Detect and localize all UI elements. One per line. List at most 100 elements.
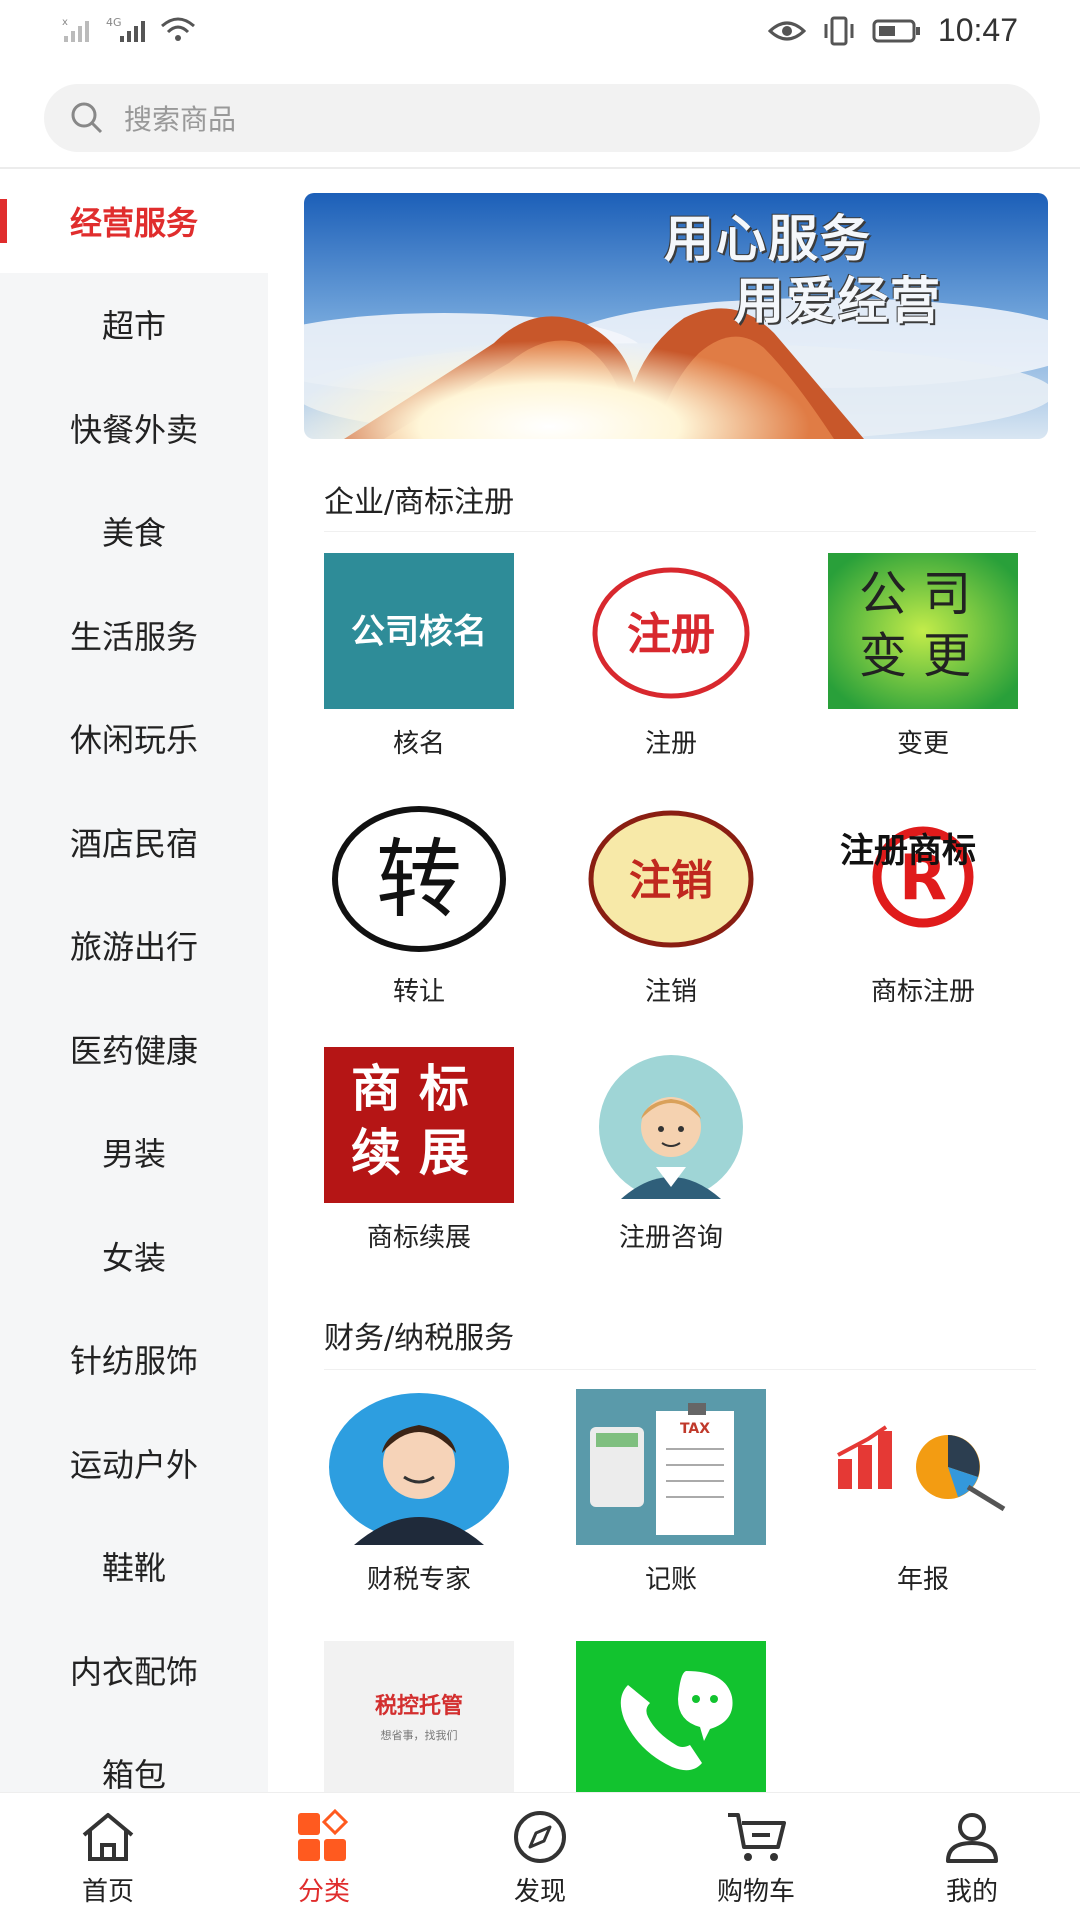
annual-report-image xyxy=(828,1389,1018,1545)
tile-label: 变更 xyxy=(896,729,949,759)
register-stamp-image: 注册 xyxy=(576,553,766,709)
svg-text:税控托管: 税控托管 xyxy=(375,1693,463,1719)
nav-profile[interactable]: 我的 xyxy=(864,1793,1080,1920)
transfer-image: 转 xyxy=(324,801,514,957)
status-right: 10:47 xyxy=(767,12,1018,49)
category-sidebar[interactable]: 经营服务 超市 快餐外卖 美食 生活服务 休闲玩乐 酒店民宿 旅游出行 医药健康… xyxy=(0,169,268,1792)
trademark-r-image: R 注册商标 xyxy=(828,801,1018,957)
sidebar-item-label: 休闲玩乐 xyxy=(69,721,198,760)
home-icon xyxy=(82,1813,134,1861)
sidebar-item-label: 针纺服饰 xyxy=(69,1342,198,1381)
svg-text:想省事，找我们: 想省事，找我们 xyxy=(381,1728,458,1742)
sidebar-item-health[interactable]: 医药健康 xyxy=(0,997,268,1101)
tile-label: 注册咨询 xyxy=(618,1223,723,1253)
search-icon xyxy=(71,102,103,134)
category-icon xyxy=(298,1809,349,1861)
sidebar-item-supermarket[interactable]: 超市 xyxy=(0,273,268,377)
tile-trademark-renewal[interactable]: 商标续展 商标续展 xyxy=(324,1047,514,1254)
tile-cancel[interactable]: 注销 注销 xyxy=(576,801,766,1008)
bookkeeping-image: TAX xyxy=(576,1389,766,1545)
sidebar-item-label: 生活服务 xyxy=(69,617,198,656)
bottom-nav: 首页 分类 发现 购物车 我的 xyxy=(0,1792,1080,1920)
nav-discover[interactable]: 发现 xyxy=(432,1793,648,1920)
sidebar-item-label: 运动户外 xyxy=(69,1445,198,1484)
wifi-icon xyxy=(161,17,195,41)
tile-annual-report[interactable]: 年报 xyxy=(828,1389,1018,1596)
no-signal-icon: x xyxy=(62,17,89,42)
sidebar-item-travel[interactable]: 旅游出行 xyxy=(0,894,268,998)
section-divider xyxy=(324,531,1036,532)
sidebar-item-sports[interactable]: 运动户外 xyxy=(0,1411,268,1515)
tile-label: 注册 xyxy=(644,729,697,759)
section-title-finance-tax: 财务/纳税服务 xyxy=(324,1321,515,1356)
tile-label: 商标续展 xyxy=(366,1223,471,1253)
sidebar-item-label: 医药健康 xyxy=(69,1031,198,1070)
tile-bookkeeping[interactable]: TAX 记账 xyxy=(576,1389,766,1596)
nav-label: 分类 xyxy=(297,1877,350,1907)
tile-register[interactable]: 注册 注册 xyxy=(576,553,766,760)
sidebar-item-textiles[interactable]: 针纺服饰 xyxy=(0,1308,268,1412)
sidebar-item-fastfood[interactable]: 快餐外卖 xyxy=(0,376,268,480)
sidebar-item-label: 箱包 xyxy=(101,1756,166,1792)
phone-chat-icon xyxy=(576,1641,766,1792)
sidebar-item-bags[interactable]: 箱包 xyxy=(0,1722,268,1792)
battery-icon xyxy=(872,19,920,42)
tile-trademark-registration[interactable]: R 注册商标 商标注册 xyxy=(828,801,1018,1008)
tile-label: 转让 xyxy=(392,977,445,1007)
sidebar-item-label: 男装 xyxy=(101,1135,166,1174)
sidebar-item-leisure[interactable]: 休闲玩乐 xyxy=(0,687,268,791)
tile-registration-consulting[interactable]: 注册咨询 xyxy=(576,1047,766,1254)
sidebar-item-shoes[interactable]: 鞋靴 xyxy=(0,1515,268,1619)
status-bar: x 4G 10:47 xyxy=(0,0,1080,66)
sidebar-item-label: 鞋靴 xyxy=(101,1549,166,1588)
tile-name-check[interactable]: 公司核名 核名 xyxy=(324,553,514,760)
nav-label: 我的 xyxy=(945,1877,998,1907)
consultant-avatar-image xyxy=(576,1047,766,1203)
nav-home[interactable]: 首页 xyxy=(0,1793,216,1920)
tile-tax-control-custody[interactable]: 税控托管 想省事，找我们 xyxy=(324,1641,514,1792)
sidebar-item-underwear[interactable]: 内衣配饰 xyxy=(0,1618,268,1722)
sidebar-item-label: 酒店民宿 xyxy=(69,824,198,863)
trademark-renewal-image: 商标续展 xyxy=(324,1047,514,1203)
tile-transfer[interactable]: 转 转让 xyxy=(324,801,514,1008)
promo-banner[interactable]: 用心服务 用爱经营 xyxy=(304,193,1048,439)
signal-4g-icon: 4G xyxy=(106,16,145,42)
signal-4g-label: 4G xyxy=(106,16,122,29)
nav-label: 购物车 xyxy=(716,1877,795,1907)
svg-text:x: x xyxy=(62,17,68,28)
sidebar-item-menswear[interactable]: 男装 xyxy=(0,1101,268,1205)
sidebar-item-womenswear[interactable]: 女装 xyxy=(0,1204,268,1308)
tile-phone-consult[interactable] xyxy=(576,1641,766,1792)
banner-line-2: 用爱经营 xyxy=(734,271,942,330)
sidebar-item-label: 快餐外卖 xyxy=(69,410,198,449)
sidebar-item-food[interactable]: 美食 xyxy=(0,480,268,584)
tile-label: 商标注册 xyxy=(870,977,975,1007)
tax-expert-image xyxy=(324,1389,514,1545)
nav-category[interactable]: 分类 xyxy=(216,1793,432,1920)
cart-icon xyxy=(728,1813,786,1861)
name-check-image: 公司核名 xyxy=(324,553,514,709)
tile-tax-expert[interactable]: 财税专家 xyxy=(324,1389,514,1596)
category-content[interactable]: 用心服务 用爱经营 企业/商标注册 公司核名 核名 注册 注册 公司变更 变更 xyxy=(268,169,1080,1792)
tile-label: 财税专家 xyxy=(366,1565,471,1595)
tile-label: 注销 xyxy=(644,977,697,1007)
sidebar-item-label: 旅游出行 xyxy=(69,928,198,967)
sidebar-item-label: 经营服务 xyxy=(69,203,198,242)
cancel-stamp-image: 注销 xyxy=(576,801,766,957)
sidebar-item-life-services[interactable]: 生活服务 xyxy=(0,583,268,687)
user-icon xyxy=(946,1813,998,1863)
sidebar-item-hotels[interactable]: 酒店民宿 xyxy=(0,790,268,894)
tax-control-image: 税控托管 想省事，找我们 xyxy=(324,1641,514,1792)
svg-text:转: 转 xyxy=(376,830,462,930)
status-time: 10:47 xyxy=(937,12,1018,48)
svg-text:注销: 注销 xyxy=(629,856,713,905)
search-bar[interactable]: 搜索商品 xyxy=(44,84,1040,152)
tile-change[interactable]: 公司变更 变更 xyxy=(828,553,1018,760)
svg-text:TAX: TAX xyxy=(680,1421,710,1437)
compass-icon xyxy=(514,1811,566,1863)
tile-label: 记账 xyxy=(644,1565,697,1595)
sidebar-item-business-services[interactable]: 经营服务 xyxy=(0,169,268,273)
nav-cart[interactable]: 购物车 xyxy=(648,1793,864,1920)
tile-label: 年报 xyxy=(896,1565,949,1595)
svg-text:公司核名: 公司核名 xyxy=(351,612,487,652)
